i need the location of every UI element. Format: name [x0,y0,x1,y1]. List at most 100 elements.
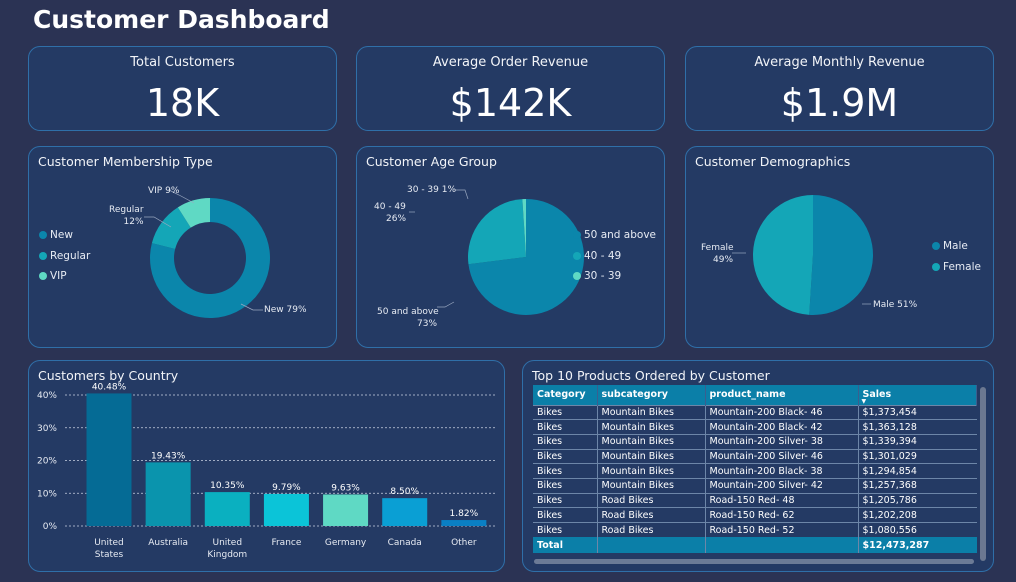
column-header-subcategory[interactable]: subcategory [597,385,706,405]
label-40-49-pct: 26% [386,214,407,224]
table-row[interactable]: Bikes Mountain Bikes Mountain-200 Silver- … [533,477,977,494]
cell-sales: $1,080,556 [857,522,977,538]
bar-data-label: 19.43% [151,451,186,461]
table-header-row: Category subcategory product_name Sales ▼ [533,385,977,405]
cell-sales: $1,373,454 [857,404,977,420]
legend-item-male[interactable]: Male [932,236,981,257]
x-tick-label: Canada [388,538,422,548]
kpi-label: Average Monthly Revenue [754,55,925,70]
legend-item-30-39[interactable]: 30 - 39 [573,266,656,287]
bar[interactable] [204,492,250,526]
cell-sales: $1,202,208 [857,507,977,523]
label-new: New 79% [264,305,307,315]
kpi-card-total-customers: Total Customers 18K [28,46,337,131]
cell-subcategory: Road Bikes [596,507,705,523]
table-row[interactable]: Bikes Mountain Bikes Mountain-200 Black- 4… [533,404,977,420]
bar-data-label: 8.50% [390,487,419,497]
label-40-49: 40 - 49 26% [374,201,406,225]
products-table: Category subcategory product_name Sales ▼… [533,385,977,554]
table-row[interactable]: Bikes Road Bikes Road-150 Red- 52 $1,080,55… [533,522,977,538]
age-group-card: Customer Age Group 50 and above 40 - 49 … [356,146,665,348]
legend-dot [932,262,940,271]
horizontal-scrollbar[interactable] [534,559,974,564]
x-tick-label: France [271,538,301,548]
label-regular-name: Regular [109,205,144,215]
x-tick-label: Australia [148,538,188,548]
cell-category: Bikes [533,522,597,538]
table-row[interactable]: Bikes Road Bikes Road-150 Red- 48 $1,205,78… [533,492,977,508]
legend-dot [573,272,581,281]
label-regular-pct: 12% [123,217,144,227]
bar-data-label: 10.35% [210,481,245,491]
pie-slice-female[interactable] [752,195,813,315]
cell-subcategory: Mountain Bikes [596,433,705,450]
cell-subcategory: Mountain Bikes [596,463,705,479]
y-tick-label: 40% [37,391,57,401]
cell-subcategory: Mountain Bikes [596,419,705,435]
bar[interactable] [86,393,132,526]
table-row[interactable]: Bikes Mountain Bikes Mountain-200 Black- 3… [533,463,977,479]
table-row[interactable]: Bikes Mountain Bikes Mountain-200 Silver- … [533,433,977,450]
leader-line [437,301,455,308]
legend-dot [932,242,940,251]
cell-category: Bikes [533,419,597,435]
x-tick-label: United [94,538,124,548]
cell-product-name: Mountain-200 Black- 38 [704,463,858,479]
column-header-product-name[interactable]: product_name [705,385,859,405]
bar[interactable] [382,498,428,526]
cell-sales: $1,339,394 [857,433,977,450]
cell-category: Bikes [533,507,597,523]
cell-sales: $1,301,029 [857,448,977,464]
membership-card: Customer Membership Type New Regular VIP… [28,146,337,348]
table-row[interactable]: Bikes Mountain Bikes Mountain-200 Black- 4… [533,419,977,435]
legend-item-50-above[interactable]: 50 and above [573,225,656,246]
cell-sales: $1,363,128 [857,419,977,435]
column-header-sales[interactable]: Sales ▼ [858,385,977,405]
x-tick-label: Germany [325,538,367,548]
legend-label: Female [943,260,981,273]
cell-product-name: Road-150 Red- 48 [704,492,858,508]
legend-label: 30 - 39 [584,270,622,283]
cell-category: Bikes [533,492,597,508]
total-cell-empty [596,537,705,554]
pie-slice-male[interactable] [809,195,873,315]
sort-desc-icon: ▼ [861,397,867,405]
bar[interactable] [263,493,309,526]
kpi-card-average-order-revenue: Average Order Revenue $142K [356,46,665,131]
label-40-49-name: 40 - 49 [374,202,406,212]
column-header-category[interactable]: Category [533,385,598,405]
total-value: $12,473,287 [857,537,977,554]
total-cell-empty [704,537,858,554]
table-row[interactable]: Bikes Road Bikes Road-150 Red- 62 $1,202,20… [533,507,977,523]
cell-category: Bikes [533,463,597,479]
bar[interactable] [323,494,369,526]
vertical-scrollbar-thumb[interactable] [980,387,986,561]
cell-category: Bikes [533,433,597,450]
label-female: Female 49% [701,242,734,266]
dashboard-title: Customer Dashboard [33,5,330,34]
legend-item-40-49[interactable]: 40 - 49 [573,246,656,267]
table-row[interactable]: Bikes Mountain Bikes Mountain-200 Silver- … [533,448,977,464]
label-male: Male 51% [873,300,918,310]
bar-data-label: 1.82% [450,509,479,519]
cell-product-name: Road-150 Red- 52 [704,522,858,538]
kpi-label: Total Customers [130,55,235,70]
country-bar-chart[interactable]: 0% 10% 20% 30% 40% 40.48% United States 19.43% Au… [29,361,506,573]
country-card: Customers by Country 0% 10% 20% 30% 40% 40.48… [28,360,505,572]
x-tick-label: Other [451,538,477,548]
legend-label: 50 and above [584,229,656,242]
age-legend: 50 and above 40 - 49 30 - 39 [573,225,656,287]
cell-subcategory: Road Bikes [596,492,705,508]
pie-slice-40-49[interactable] [468,199,526,265]
column-header-sales-label: Sales [862,389,892,401]
bar[interactable] [145,462,191,526]
label-50-above: 50 and above 73% [377,306,439,330]
legend-label: 40 - 49 [584,249,622,262]
legend-item-female[interactable]: Female [932,257,981,278]
bar[interactable] [441,520,487,526]
products-card: Top 10 Products Ordered by Customer Cate… [522,360,994,572]
table-total-row: Total $12,473,287 [533,537,977,554]
label-50-above-name: 50 and above [377,307,439,317]
membership-donut-chart[interactable] [29,147,338,349]
x-tick-label: United [212,538,242,548]
